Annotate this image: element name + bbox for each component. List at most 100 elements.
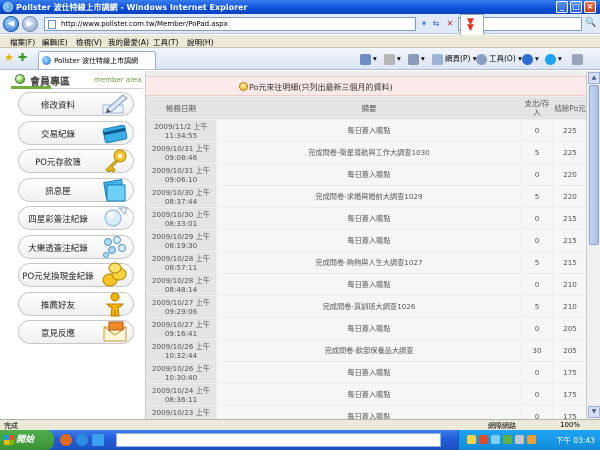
add-favorites-icon[interactable]: ✚ [18, 51, 27, 64]
clock: 下午 03:43 [556, 436, 595, 445]
row-amount: 0 [522, 406, 552, 419]
sidebar-item-label: 推薦好友 [40, 301, 75, 311]
tray-icon[interactable] [527, 435, 536, 444]
menu-view[interactable]: 檢視(V) [76, 37, 102, 48]
table-row: 2009/10/27 上午 09:16:41 每日簽入贈點 0 205 [146, 318, 586, 339]
member-sidebar: 會員專區 member area 修改資料 交易紀錄 PO元存款簿 訊息匣 四星… [11, 71, 143, 419]
minimize-button[interactable]: _ [556, 1, 568, 13]
close-button[interactable]: × [584, 1, 596, 13]
volume-icon[interactable] [515, 435, 524, 444]
quicklaunch-desktop-icon[interactable] [92, 434, 104, 446]
main-content: Po元來往明細(只列出最新三個月的資料) 帳務日期 摘要 支出/存入 結餘Po元… [145, 71, 586, 419]
start-button[interactable]: 開始 [0, 430, 54, 450]
scroll-up-icon[interactable]: ▲ [588, 72, 600, 84]
scroll-down-icon[interactable]: ▼ [588, 406, 600, 418]
pen-icon [102, 94, 128, 114]
row-amount: 0 [522, 164, 552, 185]
row-balance: 210 [553, 296, 586, 317]
row-amount: 5 [522, 142, 552, 163]
favorites-star-icon[interactable]: ★ [4, 51, 14, 64]
menu-tools[interactable]: 工具(T) [153, 37, 178, 48]
print-button[interactable]: ▾ [408, 52, 425, 66]
search-button[interactable]: 🔍 [584, 17, 598, 31]
row-balance: 175 [553, 362, 586, 383]
tray-icon[interactable] [503, 435, 512, 444]
row-summary: 完成問卷-飲部保養品大調查 [217, 340, 521, 361]
row-date: 2009/10/28 上午 08:48:14 [146, 274, 216, 295]
sidebar-item-transactions[interactable]: 交易紀錄 [18, 121, 134, 145]
menu-edit[interactable]: 編輯(E) [42, 37, 68, 48]
home-button[interactable]: ▾ [360, 52, 377, 66]
row-date: 2009/10/28 上午 08:57:11 [146, 252, 216, 273]
extension-button[interactable] [572, 52, 585, 66]
address-bar[interactable]: http://www.pollster.com.tw/Member/PoPad.… [44, 17, 416, 31]
help-button[interactable]: ▾ [522, 52, 539, 66]
sidebar-item-refer-friend[interactable]: 推薦好友 [18, 292, 134, 317]
page-menu-label: 網頁(P) [445, 54, 471, 63]
row-balance: 225 [553, 142, 586, 163]
address-row: ◀ ▶ http://www.pollster.com.tw/Member/Po… [0, 14, 600, 34]
skype-button[interactable]: ▾ [545, 52, 562, 66]
row-date: 2009/10/26 上午 10:30:40 [146, 362, 216, 383]
sidebar-item-four-star-lottery[interactable]: 四星彩簽注紀錄 [18, 206, 134, 230]
table-row: 2009/10/31 上午 09:06:10 每日簽入贈點 0 220 [146, 164, 586, 185]
page-menu-button[interactable]: 網頁(P) ▾ [432, 52, 477, 66]
sidebar-item-label: PO元存款簿 [35, 158, 81, 168]
tray-icon[interactable] [491, 435, 500, 444]
tools-menu-button[interactable]: 工具(O) ▾ [476, 52, 522, 66]
sidebar-item-label: 四星彩簽注紀錄 [28, 215, 88, 225]
back-button[interactable]: ◀ [3, 16, 19, 32]
download-arrow-icon[interactable]: ▼ ▼ [460, 14, 484, 36]
taskbar-window-button[interactable] [116, 433, 441, 447]
row-date: 2009/10/29 上午 08:19:30 [146, 230, 216, 251]
tray-icon[interactable] [467, 435, 476, 444]
row-balance: 175 [553, 406, 586, 419]
zoom-level[interactable]: 100% [560, 421, 580, 429]
forward-button[interactable]: ▶ [22, 16, 38, 32]
row-summary: 完成問卷-夠夠與人生大調查1027 [217, 252, 521, 273]
table-row: 2009/10/28 上午 08:48:14 每日簽入贈點 0 210 [146, 274, 586, 295]
tab-pollster[interactable]: Pollster 波仕特線上市調網 [38, 51, 156, 69]
row-summary: 每日簽入贈點 [217, 274, 521, 295]
sidebar-item-edit-profile[interactable]: 修改資料 [18, 92, 134, 116]
addr-dropdown-icon[interactable]: ▾ [418, 17, 430, 31]
sidebar-item-cash-record[interactable]: PO元兌換現金紀錄 [18, 262, 134, 287]
row-summary: 每日簽入贈點 [217, 164, 521, 185]
menu-help[interactable]: 說明(H) [187, 37, 214, 48]
maximize-button[interactable]: □ [570, 1, 582, 13]
row-date: 2009/10/30 上午 08:37:44 [146, 186, 216, 207]
sidebar-item-po-passbook[interactable]: PO元存款簿 [18, 149, 134, 173]
row-amount: 0 [522, 384, 552, 405]
menu-file[interactable]: 檔案(F) [10, 37, 35, 48]
green-bullet-icon [15, 74, 25, 84]
sidebar-subtitle: member area [94, 76, 142, 84]
url-text: http://www.pollster.com.tw/Member/PoPad.… [61, 20, 228, 28]
menu-favorites[interactable]: 我的最愛(A) [108, 37, 149, 48]
vertical-scrollbar[interactable]: ▲ ▼ [586, 71, 600, 419]
row-summary: 每日簽入贈點 [217, 208, 521, 229]
row-amount: 0 [522, 318, 552, 339]
person-icon [105, 292, 125, 317]
quicklaunch-firefox-icon[interactable] [60, 434, 72, 446]
sidebar-item-lotto-record[interactable]: 大樂透簽注紀錄 [18, 235, 134, 259]
row-balance: 220 [553, 164, 586, 185]
sidebar-item-label: 意見反應 [40, 329, 75, 339]
feeds-button[interactable]: ▾ [384, 52, 401, 66]
col-balance: 結餘Po元 [554, 103, 586, 113]
sidebar-item-inbox[interactable]: 訊息匣 [18, 178, 134, 202]
table-row: 2009/10/30 上午 08:33:01 每日簽入贈點 0 215 [146, 208, 586, 229]
banner-text: Po元來往明細(只列出最新三個月的資料) [249, 83, 393, 92]
refresh-button[interactable]: ⇆ [430, 17, 442, 31]
quicklaunch-ie-icon[interactable] [76, 434, 88, 446]
table-row: 2009/10/28 上午 08:57:11 完成問卷-夠夠與人生大調查1027… [146, 252, 586, 273]
scroll-thumb[interactable] [589, 85, 599, 245]
tray-icon[interactable] [479, 435, 488, 444]
status-bar: 完成 網際網路 100% [0, 419, 600, 430]
coins-icon [102, 262, 127, 287]
row-amount: 0 [522, 230, 552, 251]
windows-flag-icon [4, 435, 14, 445]
row-date: 2009/10/27 上午 09:29:06 [146, 296, 216, 317]
stop-button[interactable]: ✕ [444, 17, 456, 31]
row-date: 2009/10/23 上午 08:52:15 [146, 406, 216, 419]
sidebar-item-feedback[interactable]: 意見反應 [18, 320, 134, 344]
